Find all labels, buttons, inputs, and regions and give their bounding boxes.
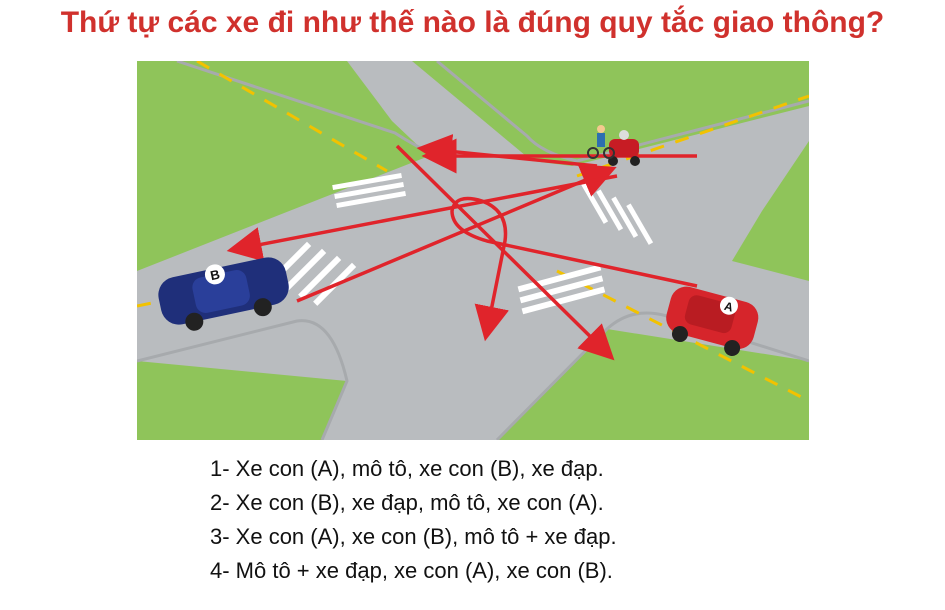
intersection-illustration: B A — [137, 61, 809, 440]
answer-list: 1- Xe con (A), mô tô, xe con (B), xe đạp… — [210, 452, 617, 588]
answer-option-4[interactable]: 4- Mô tô + xe đạp, xe con (A), xe con (B… — [210, 554, 617, 588]
answer-option-2[interactable]: 2- Xe con (B), xe đạp, mô tô, xe con (A)… — [210, 486, 617, 520]
question-title: Thứ tự các xe đi như thế nào là đúng quy… — [60, 6, 885, 39]
answer-option-3[interactable]: 3- Xe con (A), xe con (B), mô tô + xe đạ… — [210, 520, 617, 554]
answer-option-1[interactable]: 1- Xe con (A), mô tô, xe con (B), xe đạp… — [210, 452, 617, 486]
